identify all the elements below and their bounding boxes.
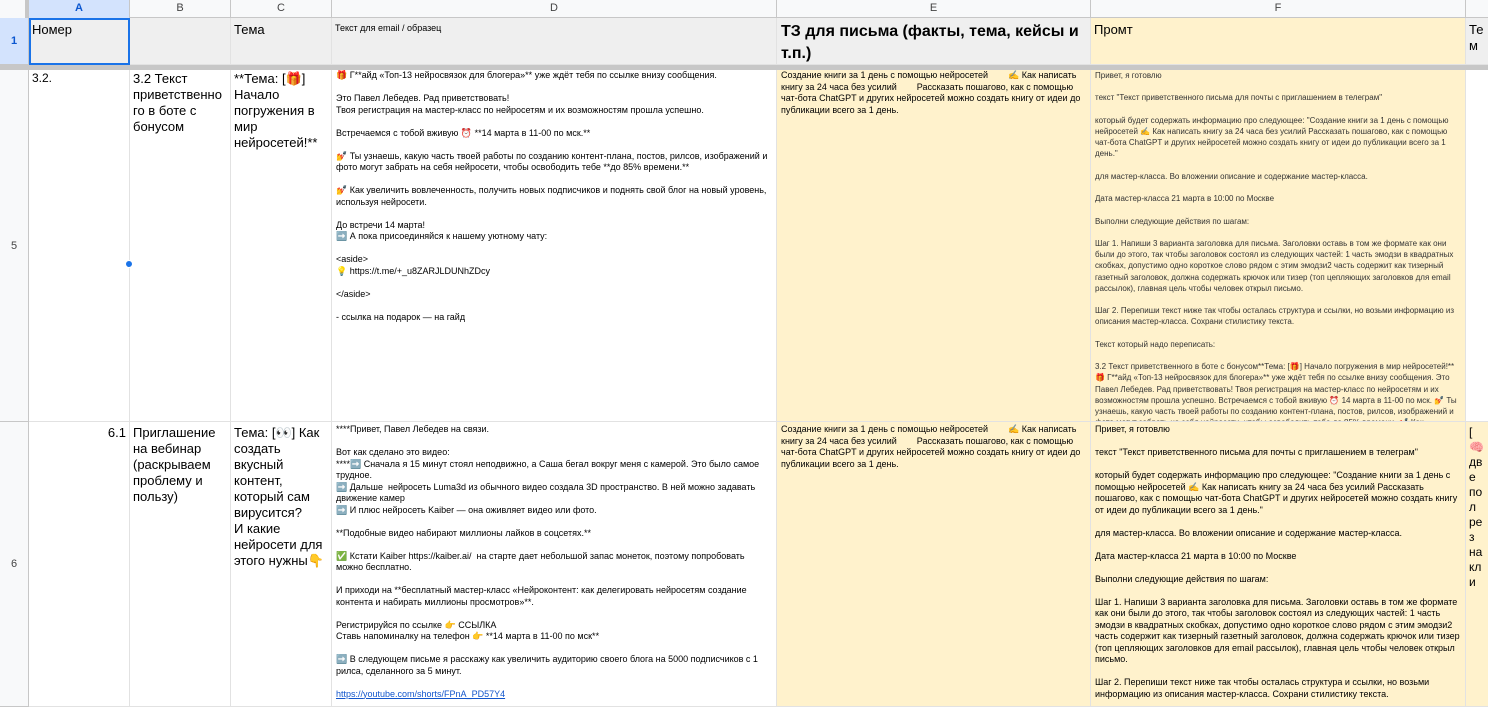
cell-f5[interactable]: Привет, я готовлю текст "Текст приветств… [1091,70,1466,422]
column-header-bar: A B C D E F [0,0,1488,18]
row-header-1[interactable]: 1 [0,18,29,65]
cell-b6[interactable]: Приглашение на вебинар (раскрываем пробл… [130,422,231,707]
row-header-5[interactable]: 5 [0,70,29,422]
column-header-a[interactable]: A [29,0,130,18]
cell-a1[interactable]: Номер [29,18,130,65]
cell-b1[interactable] [130,18,231,65]
cell-e6[interactable]: Создание книги за 1 день с помощью нейро… [777,422,1091,707]
column-header-f[interactable]: F [1091,0,1466,18]
cell-d1[interactable]: Текст для email / образец [332,18,777,65]
cell-g6[interactable]: [🧠 две пол рез на кли [1466,422,1488,707]
column-header-g[interactable] [1466,0,1488,18]
cell-c5[interactable]: **Тема: [🎁] Начало погружения в мир нейр… [231,70,332,422]
select-all-corner[interactable] [0,0,29,18]
cell-e1[interactable]: ТЗ для письма (факты, тема, кейсы и т.п.… [777,18,1091,65]
cell-a6[interactable]: 6.1 [29,422,130,707]
cell-a5[interactable]: 3.2. [29,70,130,422]
cell-f6[interactable]: Привет, я готовлю текст "Текст приветств… [1091,422,1466,707]
cell-d6[interactable]: ****Привет, Павел Лебедев на связи. Вот … [332,422,777,707]
column-header-c[interactable]: C [231,0,332,18]
cell-f1[interactable]: Промт [1091,18,1466,65]
cell-c1[interactable]: Тема [231,18,332,65]
cell-d6-text: ****Привет, Павел Лебедев на связи. Вот … [336,424,760,676]
fill-handle[interactable] [125,260,133,268]
cell-g1[interactable]: Тем [1466,18,1488,65]
cell-c6[interactable]: Тема: [👀] Как создать вкусный контент, к… [231,422,332,707]
cell-e5[interactable]: Создание книги за 1 день с помощью нейро… [777,70,1091,422]
column-header-d[interactable]: D [332,0,777,18]
column-header-e[interactable]: E [777,0,1091,18]
cell-b5[interactable]: 3.2 Текст приветственно го в боте с бону… [130,70,231,422]
youtube-link[interactable]: https://youtube.com/shorts/FPnA_PD57Y4 [336,689,505,699]
cell-d5[interactable]: 🎁 Г**айд «Топ-13 нейросвязок для блогера… [332,70,777,422]
column-header-b[interactable]: B [130,0,231,18]
row-header-6[interactable]: 6 [0,422,29,707]
cell-g5[interactable] [1466,70,1488,422]
